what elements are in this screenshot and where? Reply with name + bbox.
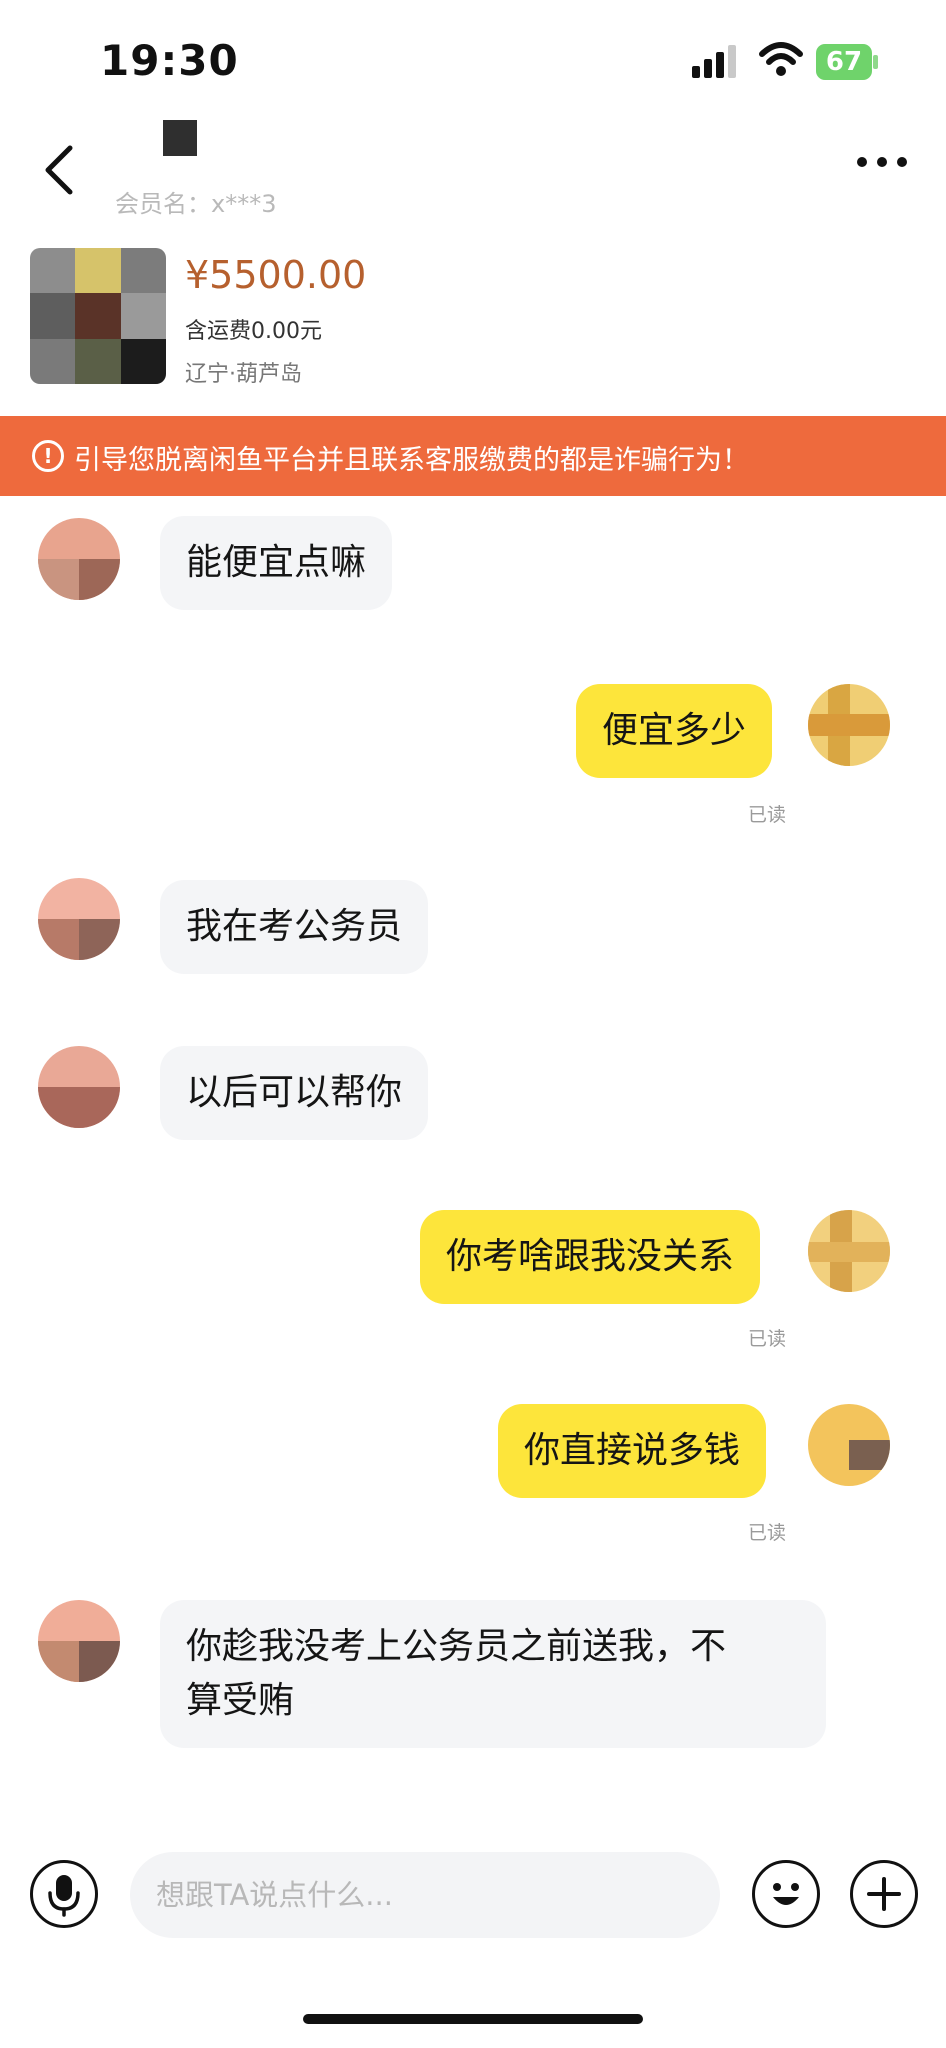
product-location: 辽宁·葫芦岛 [185,362,302,387]
product-price: ¥5500.00 [185,253,367,297]
battery-cap [873,55,878,69]
buyer-avatar[interactable] [38,1600,120,1682]
message-line: 你趁我没考上公务员之前送我，不 [186,1626,727,1667]
chevron-left-icon[interactable] [40,142,80,198]
member-name: 会员名：x***3 [115,190,277,218]
buyer-avatar[interactable] [38,878,120,960]
status-time: 19:30 [100,36,239,85]
message-bubble-incoming: 以后可以帮你 [160,1046,429,1140]
emoji-icon[interactable] [752,1860,820,1928]
user-avatar[interactable] [808,1404,890,1486]
more-horizontal-icon[interactable] [856,156,908,168]
product-thumbnail[interactable] [30,248,166,384]
battery-indicator: 67 [816,44,872,80]
fraud-warning-banner: ! 引导您脱离闲鱼平台并且联系客服缴费的都是诈骗行为！ [0,416,946,496]
wifi-icon [759,42,803,76]
read-status: 已读 [748,1522,787,1544]
shipping-fee: 含运费0.00元 [185,319,322,344]
message-bubble-incoming: 我在考公务员 [160,880,429,974]
message-bubble-incoming: 能便宜点嘛 [160,516,393,610]
read-status: 已读 [748,804,787,826]
buyer-avatar[interactable] [38,1046,120,1128]
alert-icon: ! [32,440,64,472]
message-bubble-incoming: 你趁我没考上公务员之前送我，不 算受贿 [160,1600,826,1748]
message-line: 算受贿 [186,1680,295,1721]
buyer-avatar[interactable] [38,518,120,600]
cellular-signal-icon [692,45,736,78]
seller-name-redacted [163,120,197,156]
read-status: 已读 [748,1328,787,1350]
message-bubble-outgoing: 你考啥跟我没关系 [420,1210,761,1304]
warning-text: 引导您脱离闲鱼平台并且联系客服缴费的都是诈骗行为！ [74,445,749,476]
user-avatar[interactable] [808,684,890,766]
plus-icon[interactable] [850,1860,918,1928]
home-indicator [303,2014,643,2024]
message-bubble-outgoing: 便宜多少 [576,684,773,778]
user-avatar[interactable] [808,1210,890,1292]
message-bubble-outgoing: 你直接说多钱 [498,1404,767,1498]
message-input[interactable]: 想跟TA说点什么... [130,1852,720,1938]
microphone-icon[interactable] [30,1860,98,1928]
